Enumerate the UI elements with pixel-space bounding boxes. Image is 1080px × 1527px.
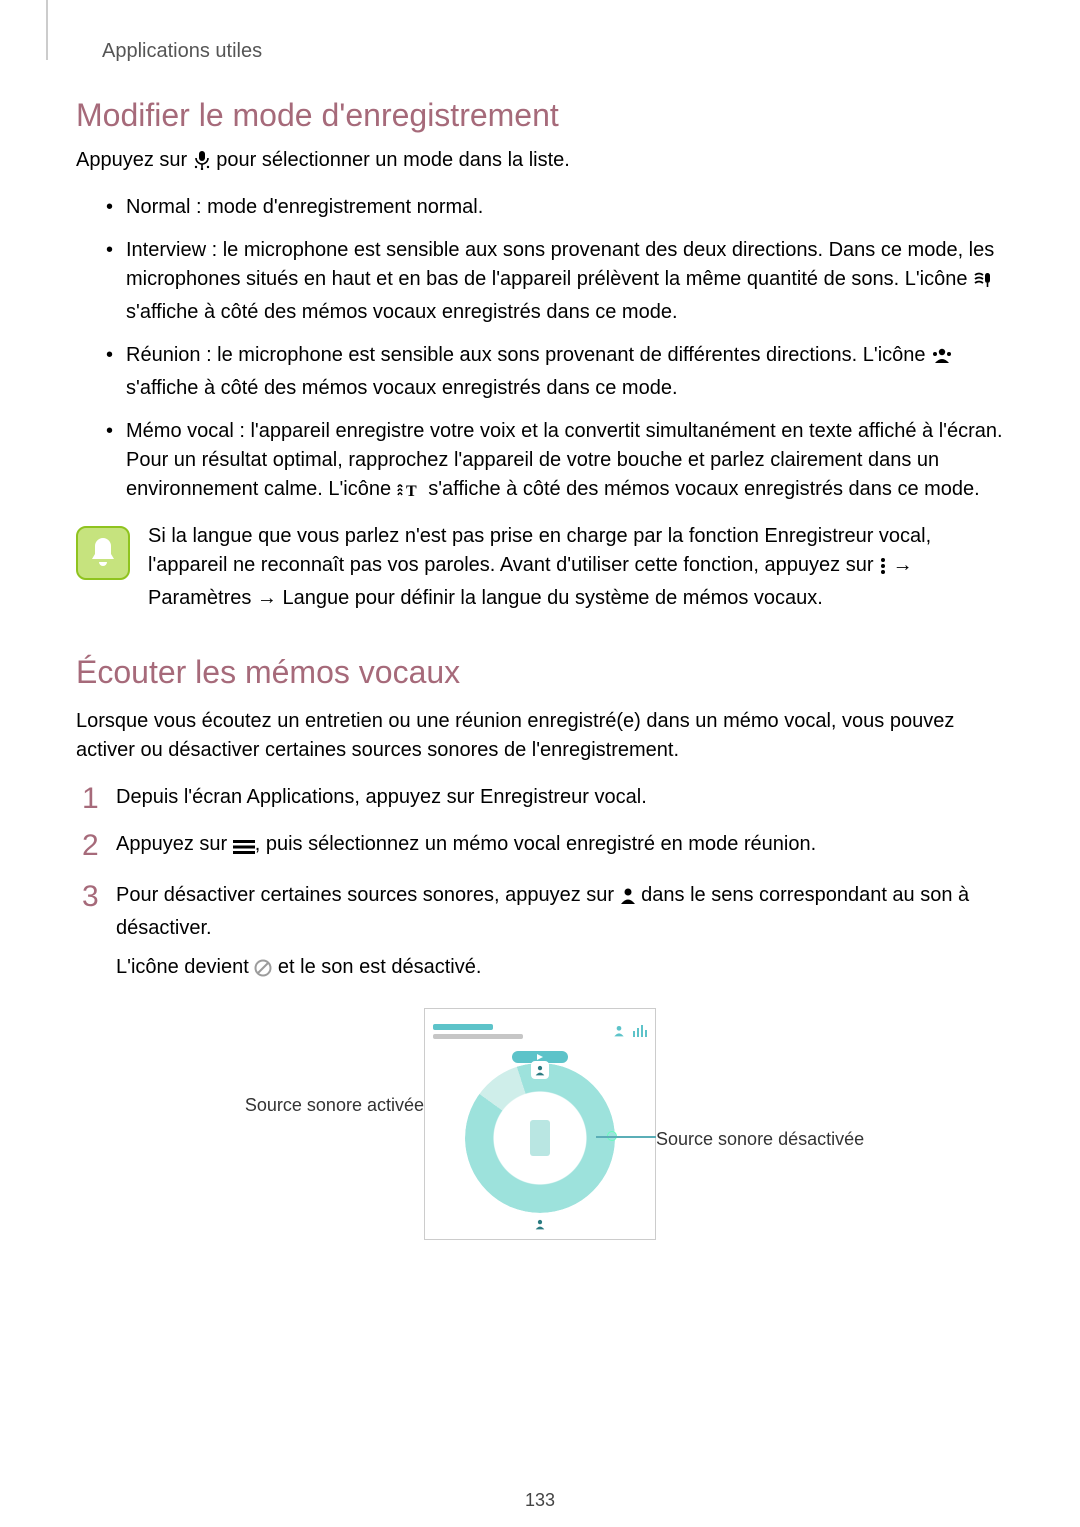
- page-number: 133: [0, 1490, 1080, 1511]
- svg-text:T: T: [406, 483, 417, 499]
- bars-icon: [633, 1025, 647, 1037]
- step-item: Appuyez sur , puis sélectionnez un mémo …: [76, 830, 1004, 863]
- header-icons: [613, 1025, 647, 1037]
- mode-label: Normal: [126, 196, 190, 218]
- list-item: Mémo vocal : l'appareil enregistre votre…: [106, 417, 1004, 508]
- list-item: Interview : le microphone est sensible a…: [106, 236, 1004, 327]
- step-item: Pour désactiver certaines sources sonore…: [76, 881, 1004, 986]
- text: et le son est désactivé.: [278, 956, 481, 978]
- text: s'affiche à côté des mémos vocaux enregi…: [126, 301, 678, 323]
- recording-title-placeholder: [433, 1024, 523, 1039]
- listen-paragraph: Lorsque vous écoutez un entretien ou une…: [76, 707, 1004, 765]
- arrow: →: [251, 587, 282, 609]
- heading-modify-mode: Modifier le mode d'enregistrement: [76, 97, 1004, 134]
- person-small-icon: [613, 1025, 625, 1037]
- heading-listen: Écouter les mémos vocaux: [76, 649, 1004, 695]
- note-block: Si la langue que vous parlez n'est pas p…: [76, 522, 1004, 613]
- intro-paragraph: Appuyez sur pour sélectionner un mode da…: [76, 146, 1004, 179]
- mic-mode-icon: [193, 150, 211, 179]
- mode-list: Normal : mode d'enregistrement normal. I…: [76, 193, 1004, 508]
- steps-list: Depuis l'écran Applications, appuyez sur…: [76, 783, 1004, 986]
- list-item: Réunion : le microphone est sensible aux…: [106, 341, 1004, 403]
- text: s'affiche à côté des mémos vocaux enregi…: [126, 377, 678, 399]
- text: pour définir la langue du système de mém…: [349, 587, 823, 609]
- step-item: Depuis l'écran Applications, appuyez sur…: [76, 783, 1004, 812]
- text: Appuyez sur: [76, 149, 193, 171]
- text: Si la langue que vous parlez n'est pas p…: [148, 525, 931, 576]
- callout-label-right: Source sonore désactivée: [656, 1126, 864, 1152]
- text: Depuis l'écran Applications, appuyez sur: [116, 786, 480, 808]
- callout-label-left: Source sonore activée: [245, 1092, 424, 1118]
- voice-memo-icon: T: [397, 479, 423, 508]
- source-node-bottom: [531, 1215, 549, 1233]
- text: L'icône devient: [116, 956, 254, 978]
- menu-item: Paramètres: [148, 587, 251, 609]
- phone-center-icon: [530, 1120, 550, 1156]
- person-muted-icon: [254, 957, 272, 986]
- arrow: →: [887, 554, 913, 576]
- diagram: Source sonore activée: [76, 1004, 1004, 1244]
- person-active-icon: [620, 885, 636, 914]
- callout-line: [596, 1136, 656, 1138]
- page: Applications utiles Modifier le mode d'e…: [0, 0, 1080, 1527]
- text: , puis sélectionnez un mémo vocal enregi…: [255, 833, 816, 855]
- text: .: [641, 786, 647, 808]
- meeting-icon: [931, 345, 953, 374]
- app-name: Enregistreur vocal: [480, 786, 641, 808]
- interview-icon: [973, 269, 993, 298]
- text: s'affiche à côté des mémos vocaux enregi…: [428, 478, 980, 500]
- phone-header: [425, 1009, 655, 1049]
- mode-label: Mémo vocal: [126, 420, 234, 442]
- text: pour sélectionner un mode dans la liste.: [216, 149, 570, 171]
- text: : le microphone est sensible aux sons pr…: [201, 344, 932, 366]
- page-corner-rule: [46, 0, 48, 60]
- text: Appuyez sur: [116, 833, 233, 855]
- note-bell-icon: [76, 526, 130, 580]
- phone-screenshot: [424, 1008, 656, 1240]
- menu-item: Langue: [283, 587, 350, 609]
- mode-label: Réunion: [126, 344, 201, 366]
- text: : le microphone est sensible aux sons pr…: [126, 239, 994, 290]
- note-text: Si la langue que vous parlez n'est pas p…: [148, 522, 1004, 613]
- source-node-top: [531, 1061, 549, 1079]
- text: : mode d'enregistrement normal.: [190, 196, 483, 218]
- text: Pour désactiver certaines sources sonore…: [116, 884, 620, 906]
- more-options-icon: [879, 555, 887, 584]
- section-header: Applications utiles: [102, 40, 1004, 63]
- menu-lines-icon: [233, 834, 255, 863]
- mode-label: Interview: [126, 239, 206, 261]
- list-item: Normal : mode d'enregistrement normal.: [106, 193, 1004, 222]
